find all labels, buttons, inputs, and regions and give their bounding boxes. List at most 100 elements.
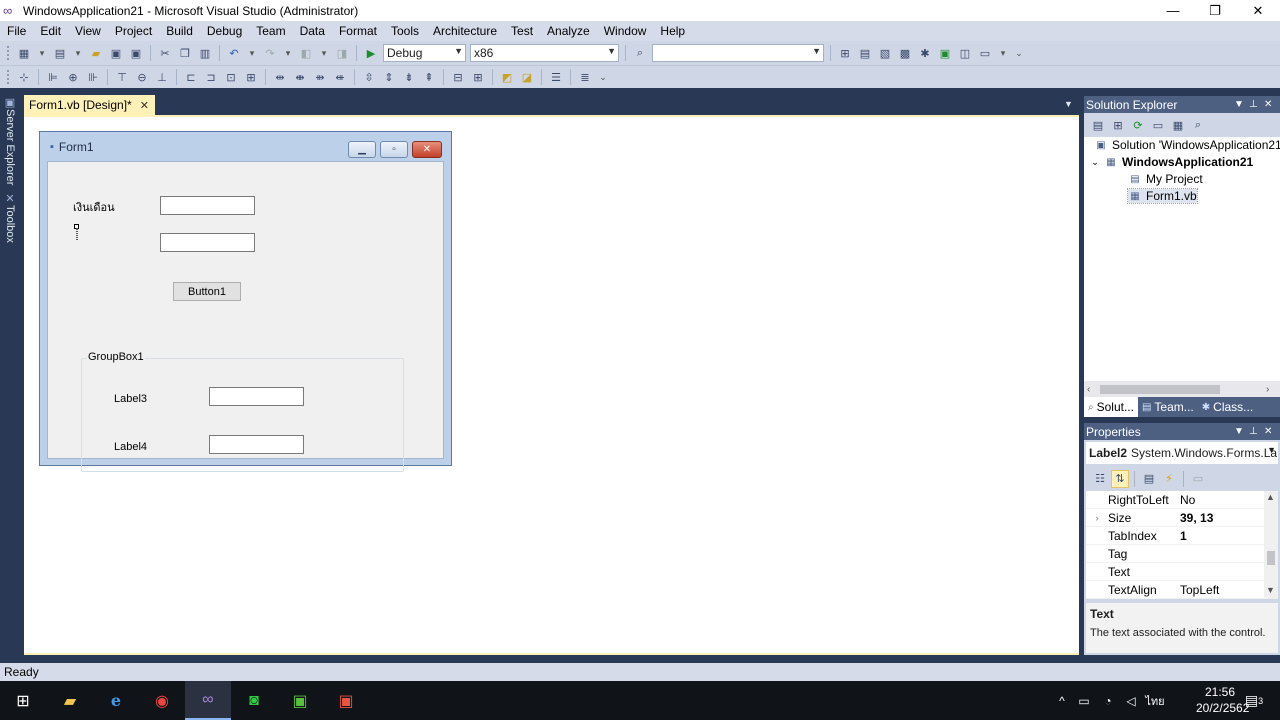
refresh-icon[interactable]: ⟳ <box>1130 117 1146 133</box>
decrease-horizontal-spacing-icon[interactable]: ⇻ <box>312 69 328 85</box>
paste-icon[interactable]: ▥ <box>197 45 213 61</box>
show-hidden-icons-icon[interactable]: ^ <box>1052 694 1072 708</box>
toolbox-tab[interactable]: ✕ Toolbox <box>2 192 18 243</box>
prop-row-righttoleft[interactable]: RightToLeft No <box>1086 491 1264 509</box>
menu-team[interactable]: Team <box>249 21 292 41</box>
menu-debug[interactable]: Debug <box>200 21 249 41</box>
center-vertically-icon[interactable]: ⊞ <box>470 69 486 85</box>
property-vertical-scrollbar[interactable]: ▲ ▼ <box>1264 491 1278 599</box>
align-lefts-icon[interactable]: ⊫ <box>45 69 61 85</box>
expand-chevron-icon[interactable]: › <box>1086 513 1108 523</box>
categorized-icon[interactable]: ☷ <box>1092 471 1108 487</box>
solution-platform-combo[interactable]: x86 ▼ <box>470 44 619 62</box>
command-window-icon[interactable]: ▭ <box>977 45 993 61</box>
prop-value[interactable]: No <box>1180 493 1264 507</box>
find-combo[interactable]: ▼ <box>652 44 824 62</box>
increase-horizontal-spacing-icon[interactable]: ⇼ <box>292 69 308 85</box>
align-bottoms-icon[interactable]: ⊥ <box>154 69 170 85</box>
form-close-button[interactable]: ✕ <box>412 141 442 158</box>
form-maximize-button[interactable]: ▫ <box>380 141 408 158</box>
align-to-grid-icon[interactable]: ⊹ <box>16 69 32 85</box>
remove-horizontal-spacing-icon[interactable]: ⇺ <box>332 69 348 85</box>
chrome-icon[interactable]: ◉ <box>139 681 185 720</box>
toolbar-overflow-icon[interactable]: ⌄ <box>1013 45 1025 61</box>
property-object-selector[interactable]: Label2 System.Windows.Forms.La ▼ <box>1086 442 1278 464</box>
find-in-files-icon[interactable]: ⌕ <box>632 45 648 61</box>
start-windows-icon[interactable]: ⊞ <box>0 681 46 720</box>
volume-icon[interactable]: ◁ <box>1120 694 1142 708</box>
close-window-button[interactable]: ✕ <box>1235 0 1280 21</box>
minimize-button[interactable]: — <box>1150 0 1196 21</box>
dropdown-arrow-icon[interactable]: ▾ <box>36 45 48 61</box>
pin-icon[interactable]: ⊥ <box>1249 96 1258 113</box>
tab-team-explorer[interactable]: ▤ Team... <box>1138 397 1198 417</box>
file-explorer-icon[interactable]: ▰ <box>47 681 93 720</box>
navigate-forward-icon[interactable]: ◨ <box>334 45 350 61</box>
horizontal-spacing-equal-icon[interactable]: ⇹ <box>272 69 288 85</box>
label1-salary[interactable]: เงินเดือน <box>73 198 115 216</box>
action-center-icon[interactable]: ▤ 3 <box>1234 681 1274 720</box>
maximize-button[interactable]: ❐ <box>1192 0 1238 21</box>
menu-help[interactable]: Help <box>653 21 692 41</box>
form-client-area[interactable]: เงินเดือน Button1 GroupBox1 Label3 Label… <box>47 161 444 472</box>
prop-row-size[interactable]: › Size 39, 13 <box>1086 509 1264 527</box>
remove-vertical-spacing-icon[interactable]: ⇞ <box>421 69 437 85</box>
tools-icon[interactable]: ✱ <box>917 45 933 61</box>
send-to-back-icon[interactable]: ◪ <box>519 69 535 85</box>
menu-window[interactable]: Window <box>597 21 654 41</box>
textbox1[interactable] <box>160 196 255 215</box>
button1[interactable]: Button1 <box>173 282 241 301</box>
vertical-spacing-equal-icon[interactable]: ⇳ <box>361 69 377 85</box>
menu-format[interactable]: Format <box>332 21 384 41</box>
pin-icon[interactable]: ⊥ <box>1249 423 1258 440</box>
make-same-size-icon[interactable]: ⊞ <box>243 69 259 85</box>
prop-row-tag[interactable]: Tag <box>1086 545 1264 563</box>
label2-selection-marker[interactable] <box>74 224 79 240</box>
dropdown-arrow-icon[interactable]: ▾ <box>318 45 330 61</box>
textbox3[interactable] <box>209 387 304 406</box>
save-all-icon[interactable]: ▣ <box>128 45 144 61</box>
prop-value[interactable]: 1 <box>1180 529 1264 543</box>
scroll-down-icon[interactable]: ▼ <box>1266 585 1275 595</box>
toolbox-icon[interactable]: ▩ <box>897 45 913 61</box>
active-files-dropdown-icon[interactable]: ▼ <box>1064 99 1073 109</box>
alphabetical-icon[interactable]: ⇅ <box>1111 469 1129 488</box>
tree-form1-vb[interactable]: ▦ Form1.vb <box>1127 188 1198 204</box>
add-item-icon[interactable]: ▤ <box>52 45 68 61</box>
extension-manager-icon[interactable]: ▣ <box>937 45 953 61</box>
tab-solution-explorer[interactable]: ⌕ Solut... <box>1084 397 1138 417</box>
label4[interactable]: Label4 <box>114 441 147 453</box>
label3[interactable]: Label3 <box>114 393 147 405</box>
form1-window[interactable]: ▪ Form1 ▁ ▫ ✕ เงินเดือน Button1 GroupBox… <box>39 131 452 472</box>
menu-data[interactable]: Data <box>293 21 332 41</box>
properties-icon[interactable]: ▤ <box>1090 117 1106 133</box>
menu-edit[interactable]: Edit <box>33 21 68 41</box>
bring-to-front-icon[interactable]: ◩ <box>499 69 515 85</box>
menu-analyze[interactable]: Analyze <box>540 21 597 41</box>
scroll-up-icon[interactable]: ▲ <box>1266 492 1275 502</box>
collapse-chevron-icon[interactable]: ⌄ <box>1090 156 1100 169</box>
lock-controls-icon[interactable]: ≣ <box>577 69 593 85</box>
align-centers-icon[interactable]: ⊕ <box>65 69 81 85</box>
view-code-icon[interactable]: ▭ <box>1150 117 1166 133</box>
close-panel-icon[interactable]: ✕ <box>1264 423 1272 440</box>
events-icon[interactable]: ⚡ <box>1161 471 1177 487</box>
make-same-height-icon[interactable]: ⊡ <box>223 69 239 85</box>
start-debugging-icon[interactable]: ▶ <box>363 45 379 61</box>
tab-order-icon[interactable]: ☰ <box>548 69 564 85</box>
new-project-icon[interactable]: ▦ <box>16 45 32 61</box>
solution-horizontal-scrollbar[interactable]: ‹ › <box>1084 381 1280 398</box>
textbox4[interactable] <box>209 435 304 454</box>
dropdown-arrow-icon[interactable]: ▾ <box>246 45 258 61</box>
dropdown-arrow-icon[interactable]: ▾ <box>72 45 84 61</box>
prop-value[interactable]: 39, 13 <box>1180 511 1264 525</box>
menu-view[interactable]: View <box>68 21 108 41</box>
navigate-backward-icon[interactable]: ◧ <box>298 45 314 61</box>
menu-test[interactable]: Test <box>504 21 540 41</box>
align-tops-icon[interactable]: ⊤ <box>114 69 130 85</box>
scroll-thumb[interactable] <box>1100 385 1220 394</box>
size-to-grid-icon[interactable]: ⊐ <box>203 69 219 85</box>
camtasia-recorder-icon[interactable]: ▣ <box>323 681 369 720</box>
align-rights-icon[interactable]: ⊪ <box>85 69 101 85</box>
visual-studio-taskbar-icon[interactable]: ∞ <box>185 681 231 720</box>
